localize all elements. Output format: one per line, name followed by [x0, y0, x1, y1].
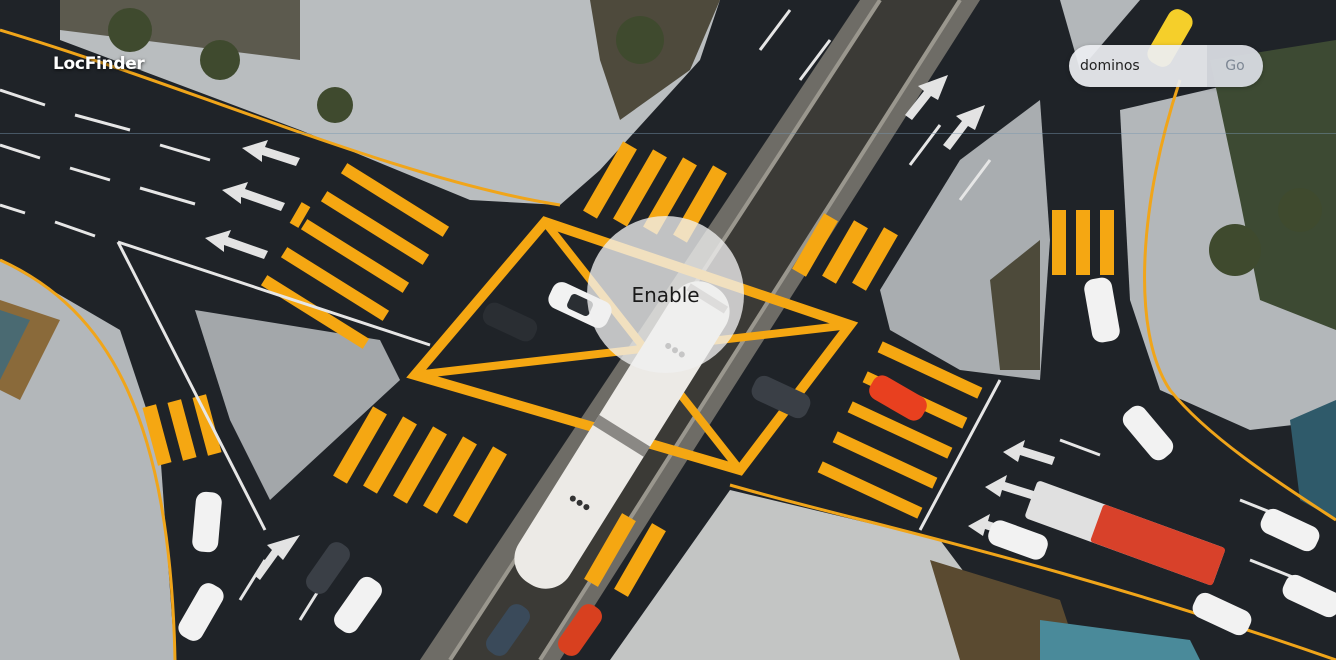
top-navigation-bar: LocFinder Go — [0, 0, 1336, 134]
search-form: Go — [1069, 45, 1263, 87]
search-input[interactable] — [1069, 45, 1207, 87]
go-button[interactable]: Go — [1207, 45, 1263, 87]
brand-logo[interactable]: LocFinder — [53, 54, 145, 74]
enable-button[interactable]: Enable — [587, 216, 744, 373]
hero-section: LocFinder Go Enable — [0, 0, 1336, 660]
